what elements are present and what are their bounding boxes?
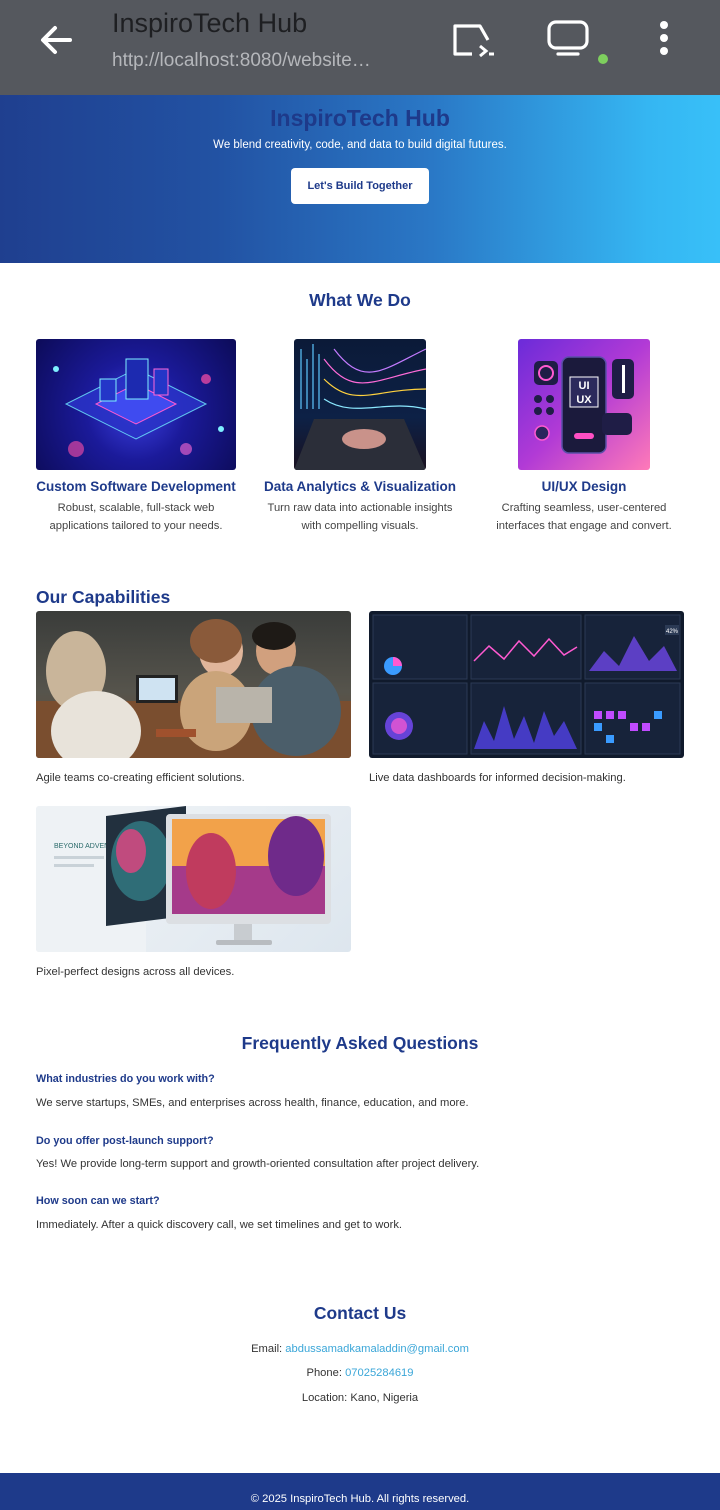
- footer: © 2025 InspiroTech Hub. All rights reser…: [0, 1473, 720, 1510]
- faq-heading: Frequently Asked Questions: [241, 1033, 479, 1053]
- service-desc: Robust, scalable, full-stack web applicat…: [49, 502, 223, 532]
- capabilities-heading: Our Capabilities: [36, 587, 171, 607]
- faq-question: What industries do you work with?: [36, 1073, 215, 1085]
- hero-tagline: We blend creativity, code, and data to b…: [213, 139, 507, 151]
- faq-answer: We serve startups, SMEs, and enterprises…: [36, 1097, 469, 1109]
- back-arrow-icon[interactable]: [36, 20, 76, 60]
- hero-section: InspiroTech Hub We blend creativity, cod…: [0, 95, 720, 263]
- email-link[interactable]: abdussamadkamaladdin@gmail.com: [285, 1343, 469, 1355]
- service-name: UI/UX Design: [541, 479, 627, 494]
- contact-heading: Contact Us: [313, 1303, 407, 1323]
- capability-caption: Pixel-perfect designs across all devices…: [36, 966, 235, 978]
- capability-caption: Live data dashboards for informed decisi…: [369, 772, 626, 784]
- service-desc: Crafting seamless, user-centered interfac…: [496, 502, 672, 532]
- url-text[interactable]: http://localhost:8080/website…: [112, 50, 371, 72]
- software-dev-image: [36, 339, 236, 470]
- cta-button[interactable]: Let's Build Together: [291, 168, 429, 204]
- browser-toolbar: InspiroTech Hub http://localhost:8080/we…: [0, 0, 720, 95]
- svg-text:UX: UX: [576, 394, 592, 406]
- contact-location: Location: Kano, Nigeria: [301, 1392, 419, 1404]
- svg-text:UI: UI: [579, 380, 590, 392]
- ui-ux-image: UI UX: [518, 339, 650, 470]
- service-desc: Turn raw data into actionable insights wi…: [267, 502, 453, 532]
- tab-title: InspiroTech Hub: [112, 8, 308, 38]
- devices-design-image: BEYOND ADVENTURES: [36, 806, 351, 952]
- data-analytics-image: [294, 339, 426, 470]
- faq-question: How soon can we start?: [36, 1195, 160, 1207]
- dashboard-image: 42%: [369, 611, 684, 758]
- faq-answer: Immediately. After a quick discovery cal…: [36, 1219, 403, 1231]
- more-vert-icon[interactable]: [652, 18, 676, 58]
- phone-label: Phone:: [306, 1367, 346, 1379]
- services-heading: What We Do: [309, 290, 411, 310]
- service-name: Data Analytics & Visualization: [263, 479, 457, 494]
- team-photo: [36, 611, 351, 758]
- email-label: Email:: [251, 1343, 286, 1355]
- monitor-icon[interactable]: [545, 18, 591, 58]
- service-name: Custom Software Development: [36, 479, 236, 494]
- status-dot: [598, 54, 608, 64]
- faq-question: Do you offer post-launch support?: [36, 1135, 214, 1147]
- phone-link[interactable]: 07025284619: [345, 1367, 413, 1379]
- svg-text:42%: 42%: [666, 629, 679, 635]
- faq-answer: Yes! We provide long-term support and gr…: [36, 1158, 480, 1170]
- cast-icon[interactable]: [450, 20, 496, 60]
- contact-phone-line: Phone: 07025284619: [0, 1367, 720, 1379]
- footer-copyright: © 2025 InspiroTech Hub. All rights reser…: [250, 1493, 470, 1505]
- hero-title: InspiroTech Hub: [270, 105, 450, 131]
- contact-email-line: Email: abdussamadkamaladdin@gmail.com: [0, 1343, 720, 1355]
- capability-caption: Agile teams co-creating efficient soluti…: [36, 772, 245, 784]
